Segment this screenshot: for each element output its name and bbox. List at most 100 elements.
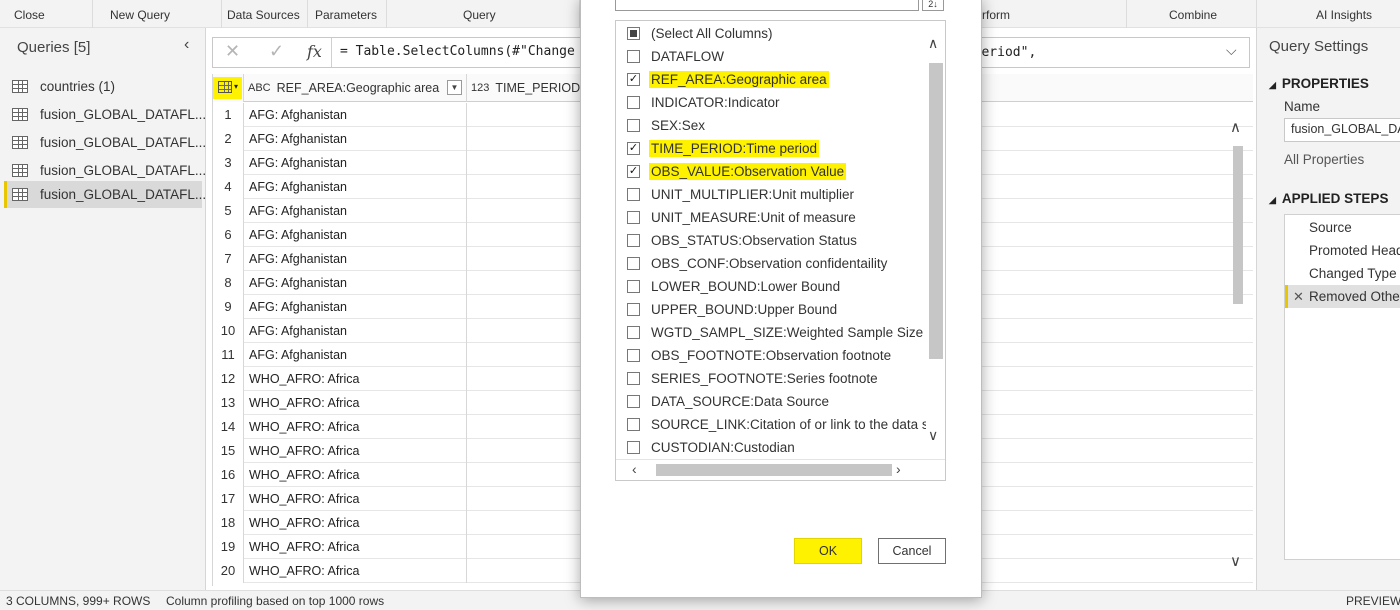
cell-time-period[interactable]	[467, 559, 581, 583]
cell-ref-area[interactable]: AFG: Afghanistan	[245, 199, 467, 223]
scroll-up-chevron-icon[interactable]: ∧	[1230, 118, 1241, 136]
cell-ref-area[interactable]: WHO_AFRO: Africa	[245, 391, 467, 415]
cell-time-period[interactable]	[467, 295, 581, 319]
all-properties-link[interactable]: All Properties	[1284, 152, 1364, 167]
query-item[interactable]: countries (1)	[4, 73, 202, 100]
column-option[interactable]: UNIT_MULTIPLIER:Unit multiplier	[616, 183, 856, 206]
applied-steps-section[interactable]: ◢ APPLIED STEPS	[1269, 191, 1388, 206]
cell-time-period[interactable]	[467, 271, 581, 295]
cell-ref-area[interactable]: AFG: Afghanistan	[245, 223, 467, 247]
cell-time-period[interactable]	[467, 535, 581, 559]
step-promoted-headers[interactable]: Promoted Head	[1285, 239, 1400, 262]
formula-expand-chevron-icon[interactable]: ⌵	[1226, 42, 1237, 59]
column-option[interactable]: INDICATOR:Indicator	[616, 91, 782, 114]
column-option[interactable]: WGTD_SAMPL_SIZE:Weighted Sample Size	[616, 321, 925, 344]
column-header-ref-area[interactable]: ABC REF_AREA:Geographic area ▼	[244, 74, 467, 102]
checkbox[interactable]	[627, 27, 640, 40]
cell-time-period[interactable]	[467, 175, 581, 199]
status-profiling[interactable]: Column profiling based on top 1000 rows	[166, 594, 384, 608]
cell-time-period[interactable]	[467, 439, 581, 463]
cell-ref-area[interactable]: AFG: Afghanistan	[245, 343, 467, 367]
column-option[interactable]: DATAFLOW	[616, 45, 726, 68]
cell-time-period[interactable]	[467, 511, 581, 535]
checkbox[interactable]	[627, 257, 640, 270]
cell-time-period[interactable]	[467, 151, 581, 175]
query-name-input[interactable]: fusion_GLOBAL_DA	[1284, 118, 1400, 142]
ok-button[interactable]: OK	[794, 538, 862, 564]
number-type-icon[interactable]: 123	[471, 82, 489, 94]
checkbox[interactable]	[627, 303, 640, 316]
column-filter-dropdown-icon[interactable]: ▼	[447, 80, 462, 95]
checkbox-checked[interactable]: ✓	[627, 73, 640, 86]
column-list-vertical-scrollbar[interactable]: ∧ ∨	[926, 35, 945, 455]
cell-ref-area[interactable]: AFG: Afghanistan	[245, 103, 467, 127]
column-option[interactable]: SERIES_FOOTNOTE:Series footnote	[616, 367, 880, 390]
fx-icon[interactable]: fx	[307, 42, 322, 61]
column-option[interactable]: UPPER_BOUND:Upper Bound	[616, 298, 839, 321]
cell-time-period[interactable]	[467, 343, 581, 367]
column-search-input[interactable]	[615, 0, 919, 11]
cell-time-period[interactable]	[467, 391, 581, 415]
ribbon-group-new-query[interactable]: New Query	[93, 0, 222, 28]
scroll-up-chevron-icon[interactable]: ∧	[928, 35, 938, 52]
column-option[interactable]: OBS_CONF:Observation confidentaility	[616, 252, 889, 275]
scrollbar-thumb[interactable]	[929, 63, 943, 359]
column-header-time-period[interactable]: 123 TIME_PERIOD:T	[467, 74, 591, 102]
scrollbar-thumb[interactable]	[1233, 146, 1243, 304]
cell-time-period[interactable]	[467, 103, 581, 127]
cell-time-period[interactable]	[467, 367, 581, 391]
step-changed-type[interactable]: Changed Type	[1285, 262, 1400, 285]
cell-time-period[interactable]	[467, 487, 581, 511]
cell-time-period[interactable]	[467, 247, 581, 271]
cell-ref-area[interactable]: WHO_AFRO: Africa	[245, 367, 467, 391]
checkbox[interactable]	[627, 96, 640, 109]
scrollbar-thumb[interactable]	[656, 464, 892, 476]
column-list-horizontal-scrollbar[interactable]: ‹ ›	[616, 459, 945, 480]
properties-section[interactable]: ◢ PROPERTIES	[1269, 76, 1369, 91]
scroll-right-chevron-icon[interactable]: ›	[896, 461, 901, 477]
column-option[interactable]: OBS_FOOTNOTE:Observation footnote	[616, 344, 893, 367]
cell-ref-area[interactable]: AFG: Afghanistan	[245, 319, 467, 343]
checkbox-checked[interactable]: ✓	[627, 142, 640, 155]
cell-time-period[interactable]	[467, 319, 581, 343]
cell-time-period[interactable]	[467, 463, 581, 487]
ribbon-group-query[interactable]: Query	[387, 0, 580, 28]
column-option[interactable]: UNIT_MEASURE:Unit of measure	[616, 206, 858, 229]
checkbox[interactable]	[627, 441, 640, 454]
ribbon-group-data-sources[interactable]: Data Sources	[222, 0, 308, 28]
ribbon-group-transform[interactable]: rform	[982, 0, 1127, 28]
checkbox[interactable]	[627, 395, 640, 408]
column-option[interactable]: SOURCE_LINK:Citation of or link to the d…	[616, 413, 937, 436]
query-item[interactable]: fusion_GLOBAL_DATAFL...	[4, 157, 206, 184]
cell-ref-area[interactable]: WHO_AFRO: Africa	[245, 535, 467, 559]
column-option[interactable]: LOWER_BOUND:Lower Bound	[616, 275, 842, 298]
checkbox[interactable]	[627, 372, 640, 385]
checkbox[interactable]	[627, 188, 640, 201]
cell-ref-area[interactable]: AFG: Afghanistan	[245, 295, 467, 319]
column-option[interactable]: SEX:Sex	[616, 114, 707, 137]
column-option[interactable]: ✓ TIME_PERIOD:Time period	[616, 137, 820, 160]
column-option[interactable]: CUSTODIAN:Custodian	[616, 436, 797, 459]
grid-vertical-scrollbar[interactable]: ∧ ∨	[1228, 118, 1248, 578]
cell-ref-area[interactable]: AFG: Afghanistan	[245, 271, 467, 295]
cancel-button[interactable]: Cancel	[878, 538, 946, 564]
collapse-chevron-icon[interactable]: ‹	[184, 36, 189, 54]
cell-ref-area[interactable]: WHO_AFRO: Africa	[245, 463, 467, 487]
scroll-down-chevron-icon[interactable]: ∨	[1230, 552, 1241, 570]
cell-ref-area[interactable]: WHO_AFRO: Africa	[245, 487, 467, 511]
confirm-check-icon[interactable]: ✓	[269, 41, 284, 62]
cell-time-period[interactable]	[467, 415, 581, 439]
text-type-icon[interactable]: ABC	[248, 82, 271, 94]
checkbox[interactable]	[627, 326, 640, 339]
checkbox[interactable]	[627, 50, 640, 63]
query-item[interactable]: fusion_GLOBAL_DATAFL...	[4, 129, 206, 156]
cell-ref-area[interactable]: WHO_AFRO: Africa	[245, 415, 467, 439]
column-option[interactable]: OBS_STATUS:Observation Status	[616, 229, 859, 252]
cell-time-period[interactable]	[467, 127, 581, 151]
cell-ref-area[interactable]: AFG: Afghanistan	[245, 247, 467, 271]
table-menu-button[interactable]: ▾	[213, 74, 244, 102]
column-option[interactable]: ✓ REF_AREA:Geographic area	[616, 68, 829, 91]
formula-text[interactable]: = Table.SelectColumns(#"Change	[340, 44, 575, 59]
cell-ref-area[interactable]: WHO_AFRO: Africa	[245, 559, 467, 583]
checkbox[interactable]	[627, 280, 640, 293]
